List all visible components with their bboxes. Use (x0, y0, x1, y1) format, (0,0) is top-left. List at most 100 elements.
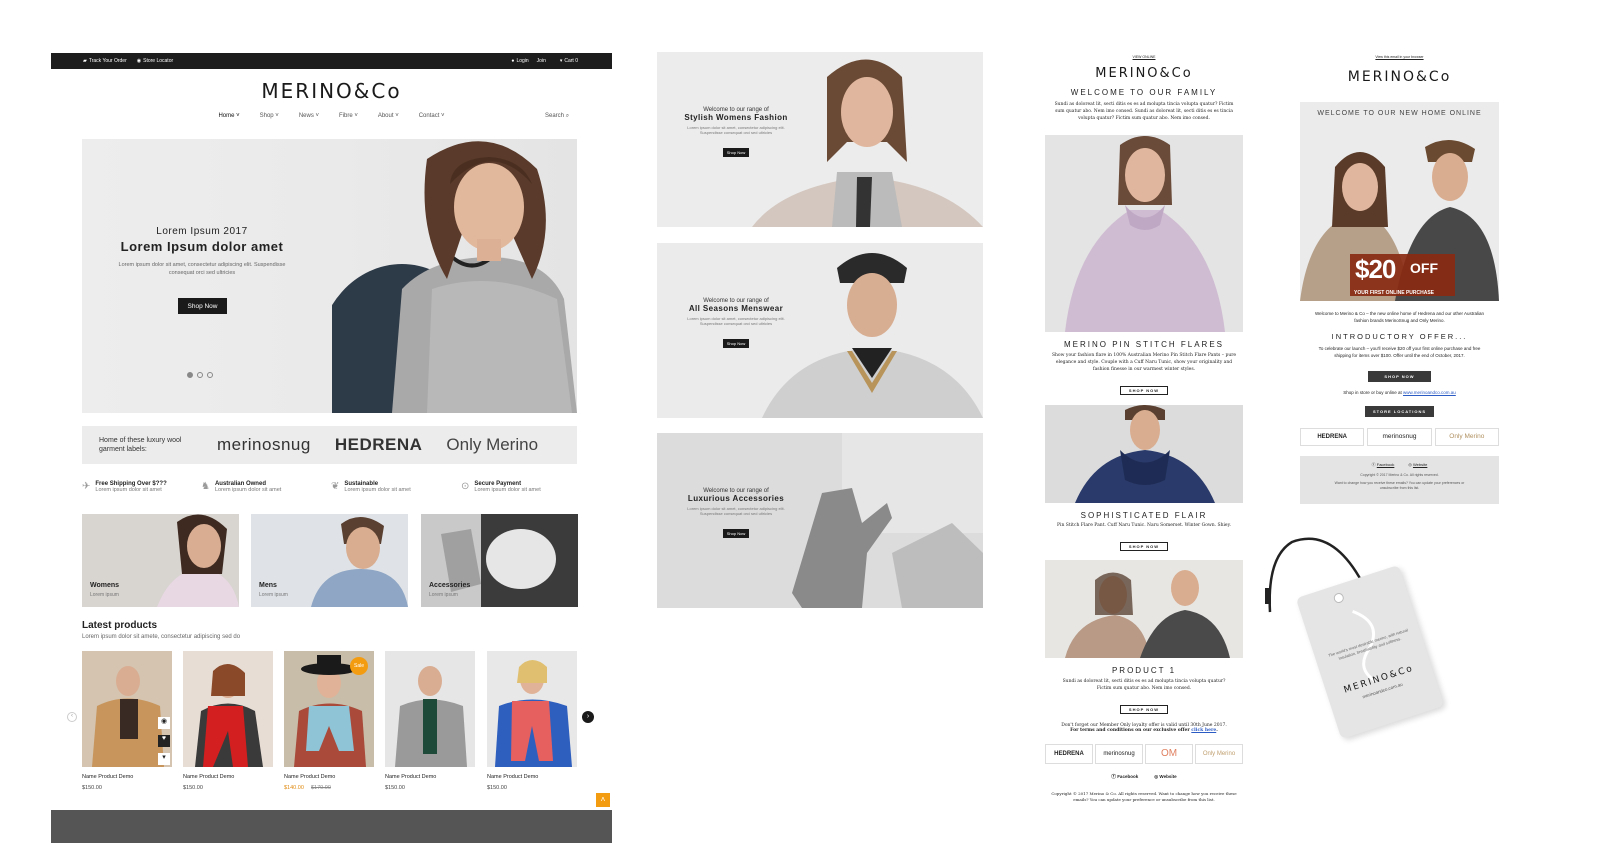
banner-accessories[interactable]: Welcome to our range of Luxurious Access… (657, 433, 983, 608)
search-link[interactable]: Search ⌕ (545, 113, 569, 120)
banner-menswear-text: Welcome to our range of All Seasons Mens… (687, 298, 785, 348)
product-card[interactable]: Sale (284, 651, 374, 767)
email2-brand-row: HEDRENA merinosnug Only Merino (1300, 428, 1499, 446)
latest-subtitle: Lorem ipsum dolor sit amete, consectetur… (82, 634, 241, 640)
lock-icon: ⊙ (461, 481, 470, 492)
join-link[interactable]: Join (537, 58, 546, 64)
track-order-link[interactable]: ▰ Track Your Order (83, 58, 127, 64)
email1-section-flares: MERINO PIN STITCH FLARES Show your fashi… (1051, 340, 1237, 395)
hero-slider[interactable]: Lorem Ipsum 2017 Lorem Ipsum dolor amet … (82, 139, 577, 413)
scroll-top-icon[interactable]: ˄ (596, 793, 610, 807)
next-arrow-icon[interactable]: › (582, 711, 594, 723)
nav-news[interactable]: News ˅ (299, 113, 319, 119)
email1-couple-image (1045, 560, 1243, 658)
brand-only-merino[interactable]: Only Merino (446, 435, 538, 455)
product-card[interactable] (183, 651, 273, 767)
product-name[interactable]: Name Product Demo (183, 774, 234, 780)
product-name[interactable]: Name Product Demo (385, 774, 436, 780)
terms-link[interactable]: click here (1191, 728, 1216, 733)
product-card[interactable] (385, 651, 475, 767)
product-name[interactable]: Name Product Demo (82, 774, 133, 780)
heart-icon[interactable]: ♥ (158, 735, 170, 747)
kangaroo-icon: ♞ (201, 481, 210, 492)
mens-image (311, 516, 408, 607)
footer-bar (51, 810, 612, 843)
website-link[interactable]: ◎ Website (1154, 774, 1176, 780)
email1-section-product: PRODUCT 1 Sundi as doloreat lit, secti d… (1061, 666, 1227, 733)
site-logo[interactable]: MERINO&Co (51, 79, 612, 103)
nav-fibre[interactable]: Fibre ˅ (339, 113, 358, 119)
banner-womens-text: Welcome to our range of Stylish Womens F… (684, 107, 788, 157)
email2-heading: WELCOME TO OUR NEW HOME ONLINE (1317, 110, 1482, 117)
email1-copyright: Copyright © 2017 Merino & Co. All rights… (1051, 791, 1237, 802)
store-locator-link[interactable]: ◉ Store Locator (137, 58, 173, 64)
hero-shop-now-button[interactable]: Shop Now (178, 298, 227, 314)
banner-womens-shop-button[interactable]: Shop Now (722, 148, 750, 157)
leaf-icon: ❦ (331, 481, 340, 492)
product-card[interactable]: ◉ ♥ ▾ (82, 651, 172, 767)
view-online-link[interactable]: VIEW ONLINE (1045, 55, 1243, 59)
product-card[interactable] (487, 651, 577, 767)
poncho-model-image (1065, 136, 1225, 332)
truck-icon: ▰ (83, 58, 87, 64)
hero-body: Lorem ipsum dolor sit amet, consectetur … (118, 262, 286, 276)
email2-footer: ⓕ Facebook ◎ Website Copyright © 2017 Me… (1300, 456, 1499, 504)
product-image (195, 663, 263, 767)
nav-contact[interactable]: Contact ˅ (419, 113, 445, 119)
email2-hero: WELCOME TO OUR NEW HOME ONLINE $20 OFF Y… (1300, 102, 1499, 301)
product-name[interactable]: Name Product Demo (487, 774, 538, 780)
banner-menswear[interactable]: Welcome to our range of All Seasons Mens… (657, 243, 983, 418)
nav-home[interactable]: Home ˅ (218, 113, 239, 119)
banner-menswear-shop-button[interactable]: Shop Now (722, 339, 750, 348)
cart-link[interactable]: ▾ Cart 0 (560, 58, 578, 64)
product-price: $150.00 (82, 785, 102, 791)
nav-about[interactable]: About ˅ (378, 113, 399, 119)
brand-hedrena[interactable]: HEDRENA (335, 435, 423, 455)
banner-womens[interactable]: Welcome to our range of Stylish Womens F… (657, 52, 983, 227)
sale-badge: Sale (350, 657, 368, 675)
brand-intro: Home of these luxury wool garment labels… (99, 437, 182, 453)
product-price: $150.00 (183, 785, 203, 791)
category-womens[interactable]: Womens Lorem ipsum (82, 514, 239, 607)
product-name[interactable]: Name Product Demo (284, 774, 335, 780)
email-new-home: View this email in your browser MERINO&C… (1300, 55, 1499, 85)
cart-icon[interactable]: ▾ (158, 753, 170, 765)
slider-dot[interactable] (197, 372, 203, 378)
slider-dot[interactable] (207, 372, 213, 378)
brand-merinosnug[interactable]: merinosnug (217, 435, 311, 455)
feature-secure: ⊙ Secure Payment Lorem ipsum dolor sit am… (461, 481, 541, 493)
email1-shop-button[interactable]: SHOP NOW (1119, 705, 1169, 714)
plane-icon: ✈ (82, 481, 91, 492)
banner-accessories-shop-button[interactable]: Shop Now (722, 529, 750, 538)
latest-title: Latest products (82, 620, 158, 631)
email1-shop-button[interactable]: SHOP NOW (1119, 542, 1169, 551)
hero-subtitle: Lorem Ipsum 2017 (156, 226, 248, 237)
email2-shop-button[interactable]: SHOP NOW (1368, 371, 1431, 382)
tag-hole (1332, 591, 1346, 605)
view-in-browser-link[interactable]: View this email in your browser (1300, 55, 1499, 59)
nav-shop[interactable]: Shop ˅ (260, 113, 279, 119)
womens-image (157, 514, 239, 607)
login-link[interactable]: ● Login (511, 58, 528, 64)
eye-icon[interactable]: ◉ (158, 717, 170, 729)
email-welcome-family: VIEW ONLINE MERINO&Co WELCOME TO OUR FAM… (1045, 55, 1243, 122)
email1-intro: Sundi as doloreat lit, secti ditis es es… (1054, 102, 1234, 121)
feature-australian: ♞ Australian Owned Lorem ipsum dolor sit … (201, 481, 282, 493)
category-accessories[interactable]: Accessories Lorem ipsum (421, 514, 578, 607)
website-link[interactable]: ◎ Website (1408, 462, 1427, 468)
product-price: $150.00 (487, 785, 507, 791)
prev-arrow-icon[interactable]: ‹ (67, 712, 77, 722)
slider-dots (187, 372, 213, 378)
hero-title: Lorem Ipsum dolor amet (120, 239, 284, 254)
feature-shipping: ✈ Free Shipping Over $??? Lorem ipsum dol… (82, 481, 167, 493)
website-url-link[interactable]: www.merinoandco.com.au (1403, 390, 1456, 395)
email1-shop-button[interactable]: SHOP NOW (1119, 386, 1169, 395)
facebook-link[interactable]: ⓕ Facebook (1111, 774, 1138, 780)
offer-sub: YOUR FIRST ONLINE PURCHASE (1354, 290, 1435, 296)
facebook-link[interactable]: ⓕ Facebook (1372, 462, 1395, 468)
slider-dot[interactable] (187, 372, 193, 378)
category-mens[interactable]: Mens Lorem ipsum (251, 514, 408, 607)
intro-offer-title: INTRODUCTORY OFFER... (1331, 332, 1468, 341)
store-locations-button[interactable]: STORE LOCATIONS (1364, 406, 1435, 417)
website-mockup: ▰ Track Your Order ◉ Store Locator ● Login … (51, 53, 612, 843)
